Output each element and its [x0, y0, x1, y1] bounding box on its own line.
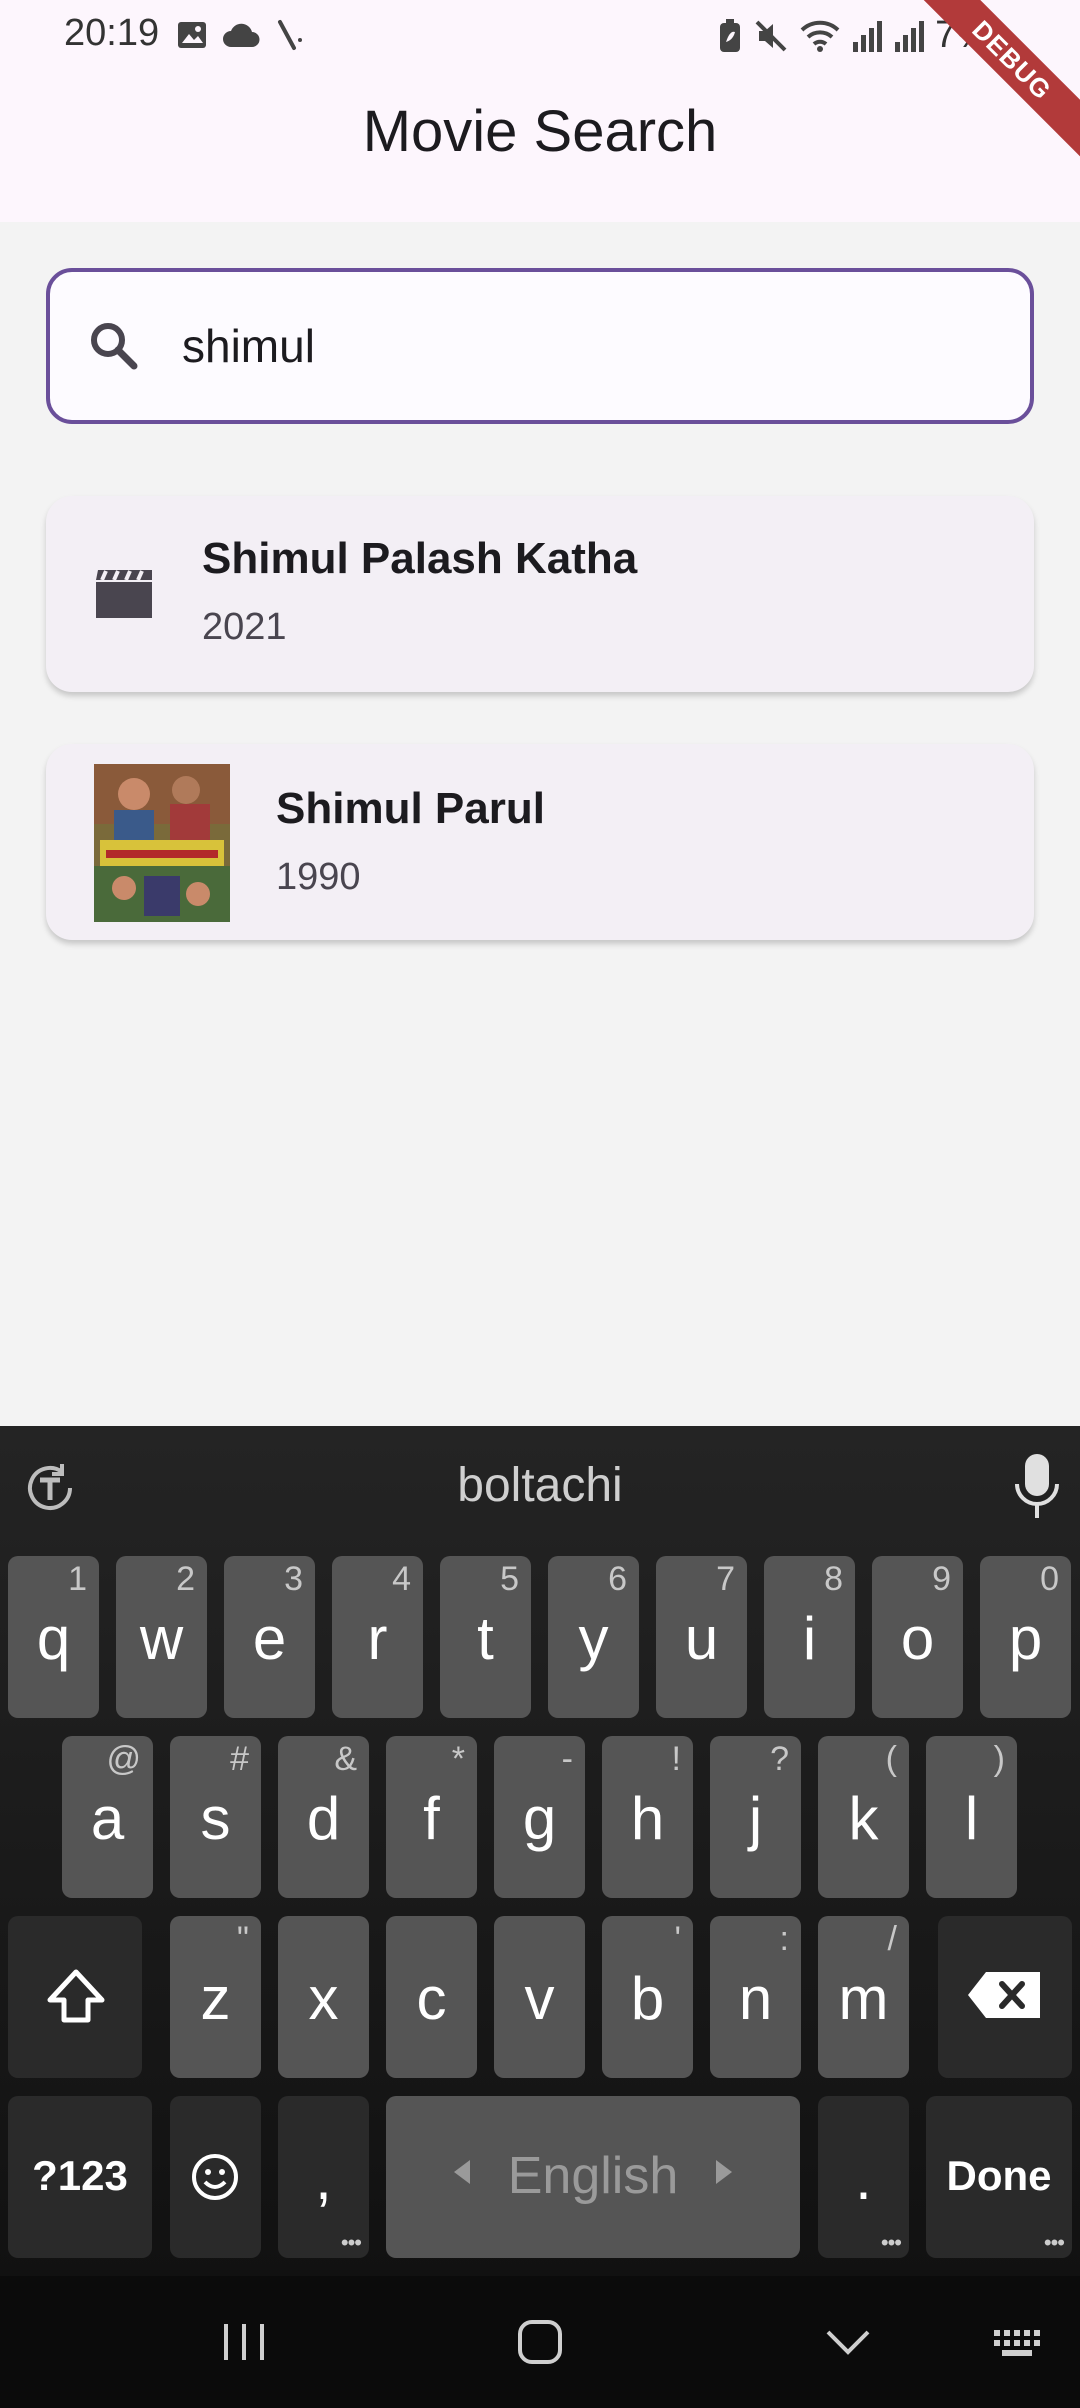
movie-poster [94, 764, 230, 922]
app-bar: Movie Search [0, 70, 1080, 222]
key-u[interactable]: 7u [656, 1556, 747, 1718]
movie-title: Shimul Parul [276, 784, 545, 833]
key-s[interactable]: # s [170, 1736, 261, 1898]
home-icon[interactable] [510, 2302, 570, 2382]
result-card[interactable]: Shimul Palash Katha 2021 [46, 496, 1034, 692]
done-key[interactable]: Done ••• [926, 2096, 1072, 2258]
gallery-icon [178, 22, 206, 48]
recent-apps-icon[interactable] [214, 2302, 274, 2382]
keyboard: boltachi 1q 2w 3e 4r 5t 6y 7u 8i 9o 0p @… [0, 1426, 1080, 2276]
key-h[interactable]: ! h [602, 1736, 693, 1898]
key-o[interactable]: 9o [872, 1556, 963, 1718]
result-card[interactable]: Shimul Parul 1990 [46, 744, 1034, 940]
comma-key[interactable]: , ••• [278, 2096, 369, 2258]
key-j[interactable]: ? j [710, 1736, 801, 1898]
keyboard-switch-icon[interactable] [990, 2302, 1050, 2382]
search-field[interactable] [46, 268, 1034, 424]
key-q[interactable]: 1q [8, 1556, 99, 1718]
shift-arrow-icon [47, 1969, 105, 2023]
key-f[interactable]: * f [386, 1736, 477, 1898]
status-time: 20:19 [64, 12, 160, 54]
emoji-key[interactable] [170, 2096, 261, 2258]
search-icon [91, 323, 138, 370]
backspace-key[interactable] [938, 1916, 1072, 2078]
key-k[interactable]: (k [818, 1736, 909, 1898]
movie-title: Shimul Palash Katha [202, 534, 638, 583]
emoji-icon [192, 2154, 238, 2200]
key-c[interactable]: c [386, 1916, 477, 2078]
arrow-right-icon [716, 2160, 732, 2184]
cloud-icon [223, 23, 260, 47]
page-title: Movie Search [362, 99, 718, 164]
pen-icon [278, 20, 302, 50]
backspace-icon [968, 1972, 1040, 2018]
key-w[interactable]: 2w [116, 1556, 207, 1718]
key-y[interactable]: 6y [548, 1556, 639, 1718]
key-z[interactable]: " z [170, 1916, 261, 2078]
movie-year: 2021 [202, 606, 287, 648]
key-t[interactable]: 5t [440, 1556, 531, 1718]
key-i[interactable]: 8i [764, 1556, 855, 1718]
signal-icon [853, 20, 883, 52]
key-v[interactable]: v [494, 1916, 585, 2078]
navigation-bar [0, 2276, 1080, 2408]
key-a[interactable]: @ a [62, 1736, 153, 1898]
key-x[interactable]: x [278, 1916, 369, 2078]
notification-icons [176, 18, 304, 52]
mute-icon [755, 20, 787, 51]
key-d[interactable]: & d [278, 1736, 369, 1898]
key-p[interactable]: 0p [980, 1556, 1071, 1718]
key-l[interactable]: ) l [926, 1736, 1017, 1898]
key-g[interactable]: -g [494, 1736, 585, 1898]
key-m[interactable]: / m [818, 1916, 909, 2078]
key-e[interactable]: 3e [224, 1556, 315, 1718]
period-key[interactable]: . ••• [818, 2096, 909, 2258]
signal-icon-2 [895, 20, 925, 52]
key-n[interactable]: :n [710, 1916, 801, 2078]
wifi-icon [800, 20, 840, 52]
shift-key[interactable] [8, 1916, 142, 2078]
status-bar: 20:19 7% [0, 0, 1080, 70]
keyboard-toolbar: boltachi [0, 1426, 1080, 1550]
symbols-key[interactable]: ?123 [8, 2096, 152, 2258]
key-r[interactable]: 4r [332, 1556, 423, 1718]
space-bar[interactable]: English [386, 2096, 800, 2258]
battery-saver-icon [720, 18, 741, 52]
suggestion-word[interactable]: boltachi [0, 1458, 1080, 1513]
microphone-icon[interactable] [1012, 1452, 1062, 1522]
movie-year: 1990 [276, 856, 361, 898]
hide-keyboard-icon[interactable] [818, 2302, 878, 2382]
key-b[interactable]: ' b [602, 1916, 693, 2078]
search-input[interactable] [182, 306, 982, 386]
clapperboard-icon [96, 570, 152, 618]
